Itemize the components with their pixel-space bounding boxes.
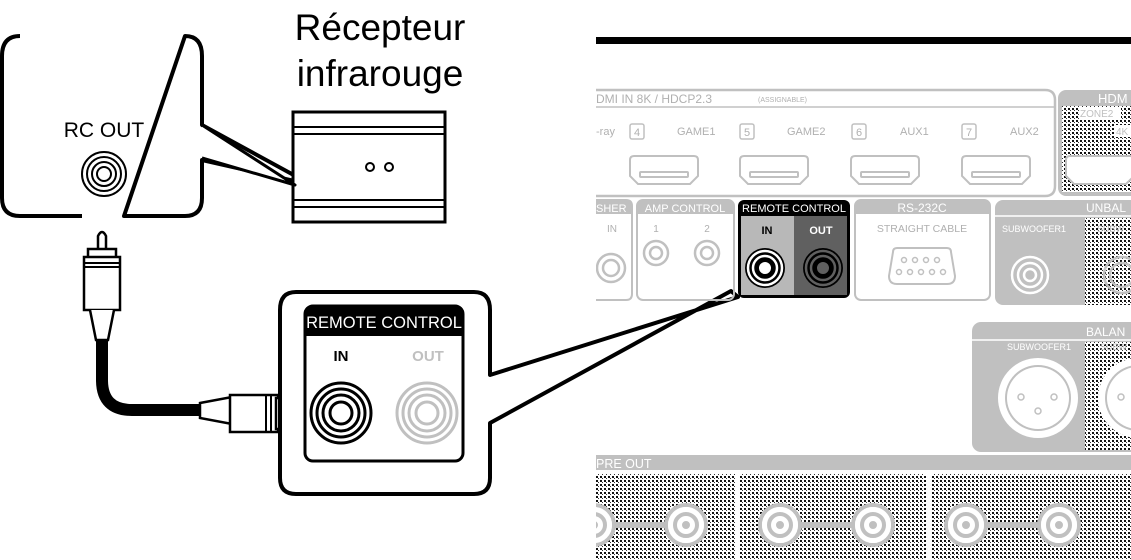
unbal-subw-label: SUBW [1097, 224, 1125, 234]
xlr-subwoofer1-icon [998, 358, 1078, 438]
straight-cable-label: STRAIGHT CABLE [877, 223, 967, 235]
zoom-panel-header: REMOTE CONTROL [306, 314, 462, 332]
hdmi-input-label-bluray: -ray [596, 126, 615, 138]
amp-control-1-jack-icon [642, 239, 670, 267]
title-line-2: infrarouge [297, 53, 464, 94]
flasher-in-label: IN [607, 224, 617, 235]
hdmi-in-note: (ASSIGNABLE) [758, 97, 807, 104]
amp-control-2-jack-icon [693, 239, 721, 267]
hdmi-input-label-aux2: AUX2 [1010, 126, 1039, 138]
ir-receiver-icon [291, 110, 447, 224]
hdmi-input-number-4: 4 [634, 127, 640, 139]
remote-control-in-label: IN [762, 225, 773, 237]
zoom-out-jack-icon [395, 381, 459, 445]
remote-control-out-label: OUT [809, 225, 833, 237]
remote-control-out-jack-icon [803, 248, 843, 288]
balanced-header: BALAN [1086, 325, 1125, 339]
hdmi-input-label-aux1: AUX1 [900, 126, 929, 138]
zoom-in-label: IN [334, 348, 349, 365]
rca-cable [82, 230, 305, 434]
zoom-in-jack-icon [309, 381, 373, 445]
4k-label: 4K [1116, 127, 1129, 138]
connection-diagram: RC OUT Récepteur infrarouge REMOTE CONTR… [0, 7, 1131, 560]
zoom-out-label: OUT [412, 348, 444, 365]
hdmi-input-label-game2: GAME2 [787, 126, 826, 138]
pre-out-jack-icon [758, 503, 802, 547]
hdmi-input-label-game1: GAME1 [677, 126, 716, 138]
flasher-header: SHER [596, 203, 627, 215]
pre-out-header: PRE OUT [596, 457, 652, 471]
external-device: RC OUT [0, 34, 314, 218]
amp-control-header: AMP CONTROL [645, 203, 725, 215]
hdmi-out-header: HDM [1098, 91, 1128, 106]
pre-out-jack-icon [1037, 503, 1081, 547]
flasher-jack-icon [596, 252, 627, 284]
rs232c-header: RS-232C [897, 201, 947, 215]
pre-out-header-bar [596, 455, 1131, 470]
amp-control-2-label: 2 [704, 224, 710, 235]
amp-control-1-label: 1 [653, 224, 659, 235]
callout-pointer [201, 123, 297, 187]
hdmi-out-port-icon [1065, 155, 1131, 185]
receiver-rear-panel: DMI IN 8K / HDCP2.3 (ASSIGNABLE) -ray 4 … [596, 37, 1131, 560]
hdmi-input-number-7: 7 [966, 127, 972, 139]
zone2-label: ZONE2 [1080, 109, 1114, 120]
title-line-1: Récepteur [295, 7, 466, 48]
unbal-subwoofer1-label: SUBWOOFER1 [1002, 224, 1066, 234]
pre-out-jack-icon [851, 503, 895, 547]
bal-subwoofer1-label: SUBWOOFER1 [1007, 342, 1071, 352]
unbalanced-header: UNBAL [1086, 201, 1126, 215]
remote-control-block: REMOTE CONTROL IN OUT [738, 200, 850, 298]
remote-control-header: REMOTE CONTROL [742, 203, 846, 215]
rc-out-jack-icon [81, 151, 127, 197]
hdmi-input-number-5: 5 [744, 127, 750, 139]
rs232c-port-icon [887, 247, 957, 285]
pre-out-jack-icon [596, 503, 616, 547]
pre-out-jack-icon [944, 503, 988, 547]
hdmi-in-header: DMI IN 8K / HDCP2.3 [596, 92, 712, 106]
rc-out-label: RC OUT [64, 119, 145, 142]
device-outline [0, 34, 314, 218]
hdmi-port-icon [850, 155, 920, 185]
panel-top-edge [596, 37, 1131, 44]
hdmi-port-icon [961, 155, 1031, 185]
remote-control-in-jack-icon [745, 248, 785, 288]
hdmi-input-number-6: 6 [856, 127, 862, 139]
hdmi-port-icon [629, 155, 699, 185]
bal-subw-label: SUBW [1100, 342, 1128, 352]
pre-out-jack-icon [664, 503, 708, 547]
flasher-block [596, 199, 633, 301]
hdmi-port-icon [739, 155, 809, 185]
